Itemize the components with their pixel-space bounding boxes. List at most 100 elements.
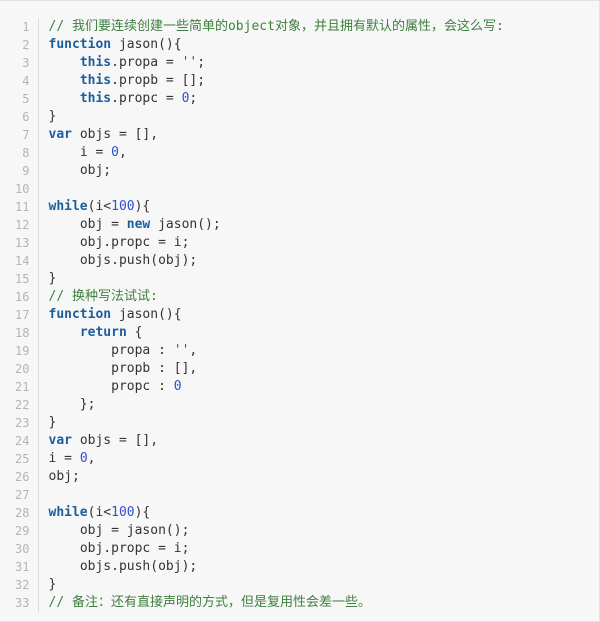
code-line-content[interactable]: this.propc = 0; [38, 90, 599, 108]
code-line-row: 33 // 备注：还有直接声明的方式，但是复用性会差一些。 [0, 594, 599, 612]
code-token-number: 0 [111, 145, 119, 160]
code-token-identifier: propc [111, 235, 151, 250]
code-line-content[interactable]: i = 0, [38, 144, 599, 162]
code-token-punctuation [49, 325, 80, 340]
code-token-punctuation: , [189, 343, 198, 358]
code-line-content[interactable]: i = 0, [38, 450, 599, 468]
code-token-identifier: propb [111, 361, 151, 376]
code-line-content[interactable]: function jason(){ [38, 306, 599, 324]
code-line-content[interactable]: var objs = [], [38, 432, 599, 450]
code-token-punctuation [49, 343, 112, 358]
code-token-string: '' [173, 343, 190, 358]
code-line-content[interactable]: // 换种写法试试: [38, 288, 599, 306]
code-block[interactable]: 1 // 我们要连续创建一些简单的object对象，并且拥有默认的属性，会这么写:… [0, 0, 600, 622]
code-token-punctuation: ; [181, 541, 190, 556]
code-token-punctuation: (){ [158, 37, 182, 52]
code-token-identifier: obj [158, 253, 182, 268]
code-token-punctuation: , [87, 451, 96, 466]
code-line-content[interactable]: // 备注：还有直接声明的方式，但是复用性会差一些。 [38, 594, 599, 612]
code-line-row: 11 while(i<100){ [0, 198, 599, 216]
code-token-punctuation: = [150, 235, 174, 250]
code-line-row: 5 this.propc = 0; [0, 90, 599, 108]
code-line-content[interactable]: obj.propc = i; [38, 234, 599, 252]
code-token-identifier: objs [79, 253, 112, 268]
code-line-content[interactable]: } [38, 576, 599, 594]
code-token-identifier: push [118, 559, 151, 574]
code-line-content[interactable]: objs.push(obj); [38, 252, 599, 270]
code-token-identifier: propb [118, 73, 159, 88]
line-number: 27 [0, 486, 39, 504]
line-number: 29 [0, 522, 39, 540]
code-token-punctuation: . [111, 73, 119, 88]
code-line-content[interactable]: obj.propc = i; [38, 540, 599, 558]
code-token-punctuation [111, 37, 119, 52]
line-number: 13 [0, 234, 39, 252]
code-line-content[interactable]: function jason(){ [38, 36, 599, 54]
code-token-identifier: i [79, 145, 88, 160]
code-line-content[interactable]: this.propb = []; [38, 72, 599, 90]
code-token-punctuation: (); [197, 217, 221, 232]
code-token-identifier: propc [111, 379, 151, 394]
code-line-row: 1 // 我们要连续创建一些简单的object对象，并且拥有默认的属性，会这么写: [0, 18, 599, 36]
code-token-punctuation [49, 379, 112, 394]
code-line-row: 12 obj = new jason(); [0, 216, 599, 234]
code-line-content[interactable]: obj = jason(); [38, 522, 599, 540]
code-token-punctuation: ); [181, 253, 198, 268]
code-line-row: 4 this.propb = []; [0, 72, 599, 90]
code-line-content[interactable]: obj; [38, 162, 599, 180]
code-line-content[interactable]: }; [38, 396, 599, 414]
line-number: 26 [0, 468, 39, 486]
code-line-content[interactable] [38, 486, 599, 504]
code-token-punctuation: . [111, 559, 119, 574]
code-token-punctuation: . [111, 55, 119, 70]
code-token-identifier: propa [118, 55, 159, 70]
code-token-punctuation [49, 541, 80, 556]
code-line-row: 13 obj.propc = i; [0, 234, 599, 252]
code-line-content[interactable]: obj = new jason(); [38, 216, 599, 234]
code-token-punctuation: ; [197, 55, 206, 70]
code-token-punctuation: < [103, 199, 112, 214]
code-line-row: 9 obj; [0, 162, 599, 180]
code-line-content[interactable]: while(i<100){ [38, 504, 599, 522]
code-token-identifier: objs [79, 559, 112, 574]
code-line-content[interactable]: } [38, 414, 599, 432]
code-token-identifier: obj [79, 541, 104, 556]
code-token-number: 0 [79, 451, 88, 466]
code-line-content[interactable]: return { [38, 324, 599, 342]
code-line-row: 18 return { [0, 324, 599, 342]
code-token-string: '' [181, 55, 198, 70]
code-token-punctuation [49, 523, 80, 538]
code-line-content[interactable] [38, 180, 599, 198]
code-line-row: 17 function jason(){ [0, 306, 599, 324]
code-line-content[interactable]: // 我们要连续创建一些简单的object对象，并且拥有默认的属性，会这么写: [38, 18, 599, 36]
code-line-content[interactable]: objs.push(obj); [38, 558, 599, 576]
code-line-content[interactable]: this.propa = ''; [38, 54, 599, 72]
code-token-punctuation: = [158, 55, 182, 70]
code-line-row: 26 obj; [0, 468, 599, 486]
code-token-punctuation: ( [150, 253, 159, 268]
code-line-content[interactable]: obj; [38, 468, 599, 486]
code-line-row: 20 propb : [], [0, 360, 599, 378]
code-token-punctuation: ); [181, 559, 198, 574]
code-line-content[interactable]: propc : 0 [38, 378, 599, 396]
code-line-content[interactable]: var objs = [], [38, 126, 599, 144]
line-number: 4 [0, 72, 39, 90]
code-token-identifier: i [173, 541, 182, 556]
code-line-content[interactable]: } [38, 270, 599, 288]
code-token-punctuation: : [], [150, 361, 198, 376]
code-line-content[interactable]: while(i<100){ [38, 198, 599, 216]
line-number: 30 [0, 540, 39, 558]
code-token-punctuation: } [48, 271, 57, 286]
code-token-punctuation: ){ [134, 199, 151, 214]
code-line-content[interactable]: propa : '', [38, 342, 599, 360]
code-line-content[interactable]: propb : [], [38, 360, 599, 378]
code-token-punctuation [49, 91, 80, 106]
code-token-identifier: objs [79, 433, 112, 448]
code-line-row: 16 // 换种写法试试: [0, 288, 599, 306]
code-token-punctuation [49, 55, 80, 70]
code-token-keyword: var [48, 433, 72, 448]
code-line-content[interactable]: } [38, 108, 599, 126]
code-token-identifier: propa [111, 343, 151, 358]
line-number: 20 [0, 360, 39, 378]
code-line-row: 6} [0, 108, 599, 126]
